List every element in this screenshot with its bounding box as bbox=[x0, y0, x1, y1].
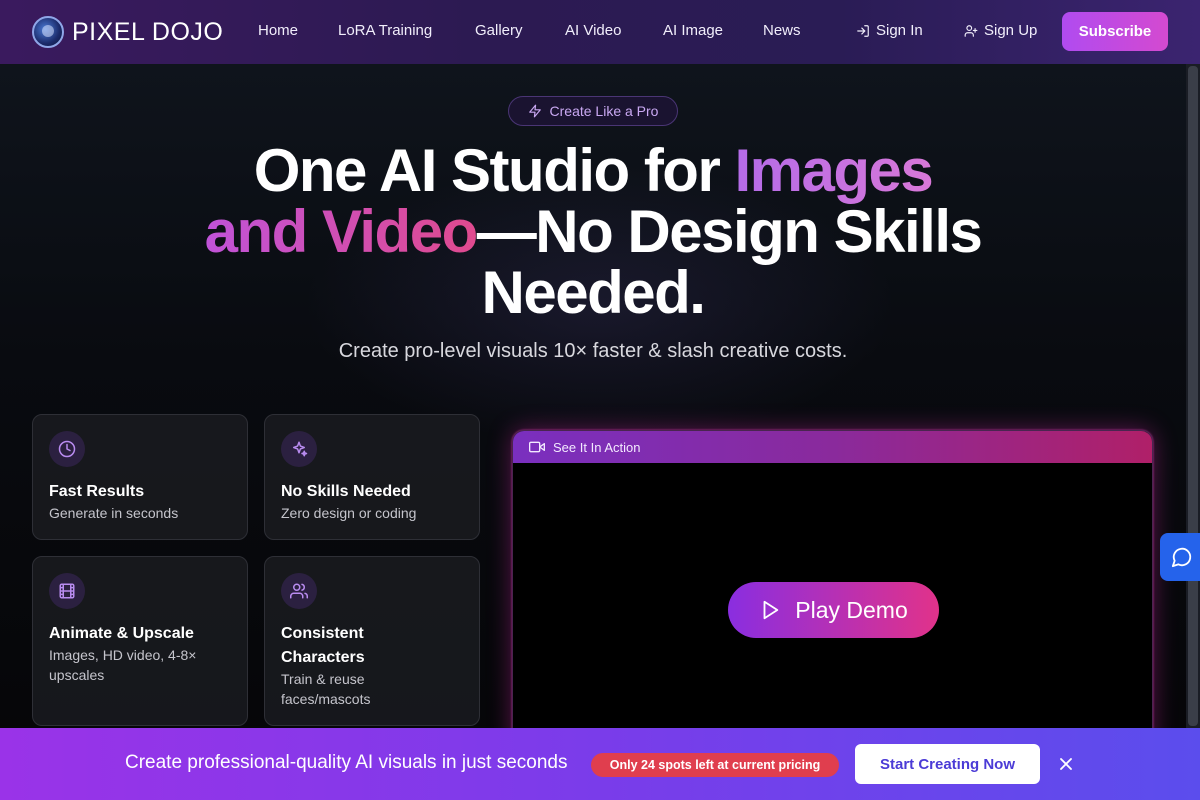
clock-icon bbox=[49, 431, 85, 467]
feature-card-animate-upscale: Animate & Upscale Images, HD video, 4-8×… bbox=[32, 556, 248, 726]
feature-desc: Images, HD video, 4-8× upscales bbox=[49, 647, 197, 683]
hero-headline: One AI Studio for Images and Video—No De… bbox=[200, 140, 986, 323]
feature-card-fast-results: Fast Results Generate in seconds bbox=[32, 414, 248, 540]
feature-desc: Generate in seconds bbox=[49, 505, 179, 521]
scrollbar-thumb[interactable] bbox=[1188, 66, 1198, 726]
user-plus-icon bbox=[964, 24, 978, 37]
nav-link-ai-video[interactable]: AI Video bbox=[565, 22, 621, 39]
headline-highlight-video: and Video bbox=[204, 198, 479, 265]
sign-in-label: Sign In bbox=[876, 22, 923, 39]
headline-highlight-images: Images bbox=[734, 137, 933, 204]
start-creating-button[interactable]: Start Creating Now bbox=[855, 744, 1040, 784]
scarcity-badge: Only 24 spots left at current pricing bbox=[591, 753, 839, 777]
feature-card-no-skills: No Skills Needed Zero design or coding bbox=[264, 414, 480, 540]
nav-link-ai-image[interactable]: AI Image bbox=[663, 22, 723, 39]
headline-part2: —No Design Skills Needed. bbox=[476, 198, 983, 326]
nav-link-gallery[interactable]: Gallery bbox=[475, 22, 523, 39]
feature-title: Animate & Upscale bbox=[49, 625, 194, 642]
feature-title: Fast Results bbox=[49, 483, 145, 500]
tagline-pill: Create Like a Pro bbox=[508, 96, 678, 126]
nav-link-home[interactable]: Home bbox=[258, 22, 298, 39]
play-demo-button[interactable]: Play Demo bbox=[728, 582, 939, 638]
video-camera-icon bbox=[529, 441, 545, 453]
play-demo-label: Play Demo bbox=[795, 596, 908, 623]
nav-link-lora-training[interactable]: LoRA Training bbox=[338, 22, 432, 39]
feature-title: Consistent Characters bbox=[281, 625, 365, 666]
sign-up-link[interactable]: Sign Up bbox=[964, 22, 1037, 39]
video-header-label: See It In Action bbox=[553, 439, 641, 455]
nav-link-news[interactable]: News bbox=[763, 22, 801, 39]
demo-video-panel[interactable]: See It In Action Play Demo bbox=[512, 430, 1153, 750]
hero-subheadline: Create pro-level visuals 10× faster & sl… bbox=[338, 340, 848, 362]
feature-card-consistent-characters: Consistent Characters Train & reuse face… bbox=[264, 556, 480, 726]
film-icon bbox=[49, 573, 85, 609]
sign-in-link[interactable]: Sign In bbox=[856, 22, 923, 39]
brand-logo[interactable]: PIXEL DOJO bbox=[32, 16, 223, 48]
subscribe-button[interactable]: Subscribe bbox=[1062, 12, 1168, 51]
headline-part1: One AI Studio for bbox=[253, 137, 735, 204]
log-in-icon bbox=[857, 24, 869, 37]
zap-icon bbox=[528, 104, 541, 118]
sign-up-label: Sign Up bbox=[984, 22, 1038, 39]
users-icon bbox=[281, 573, 317, 609]
tagline-text: Create Like a Pro bbox=[549, 103, 659, 119]
video-header-bar: See It In Action bbox=[513, 431, 1152, 463]
play-icon bbox=[763, 600, 779, 620]
banner-text: Create professional-quality AI visuals i… bbox=[125, 752, 568, 773]
feature-title: No Skills Needed bbox=[281, 483, 411, 500]
feature-desc: Train & reuse faces/mascots bbox=[281, 671, 371, 707]
top-navbar: PIXEL DOJO Home LoRA Training Gallery AI… bbox=[0, 0, 1200, 64]
sparkles-icon bbox=[281, 431, 317, 467]
message-circle-icon bbox=[1171, 547, 1192, 568]
chat-widget-button[interactable] bbox=[1160, 533, 1200, 581]
close-icon[interactable] bbox=[1056, 754, 1076, 774]
feature-desc: Zero design or coding bbox=[281, 505, 417, 521]
logo-icon bbox=[32, 16, 64, 48]
brand-name: PIXEL DOJO bbox=[72, 17, 224, 46]
